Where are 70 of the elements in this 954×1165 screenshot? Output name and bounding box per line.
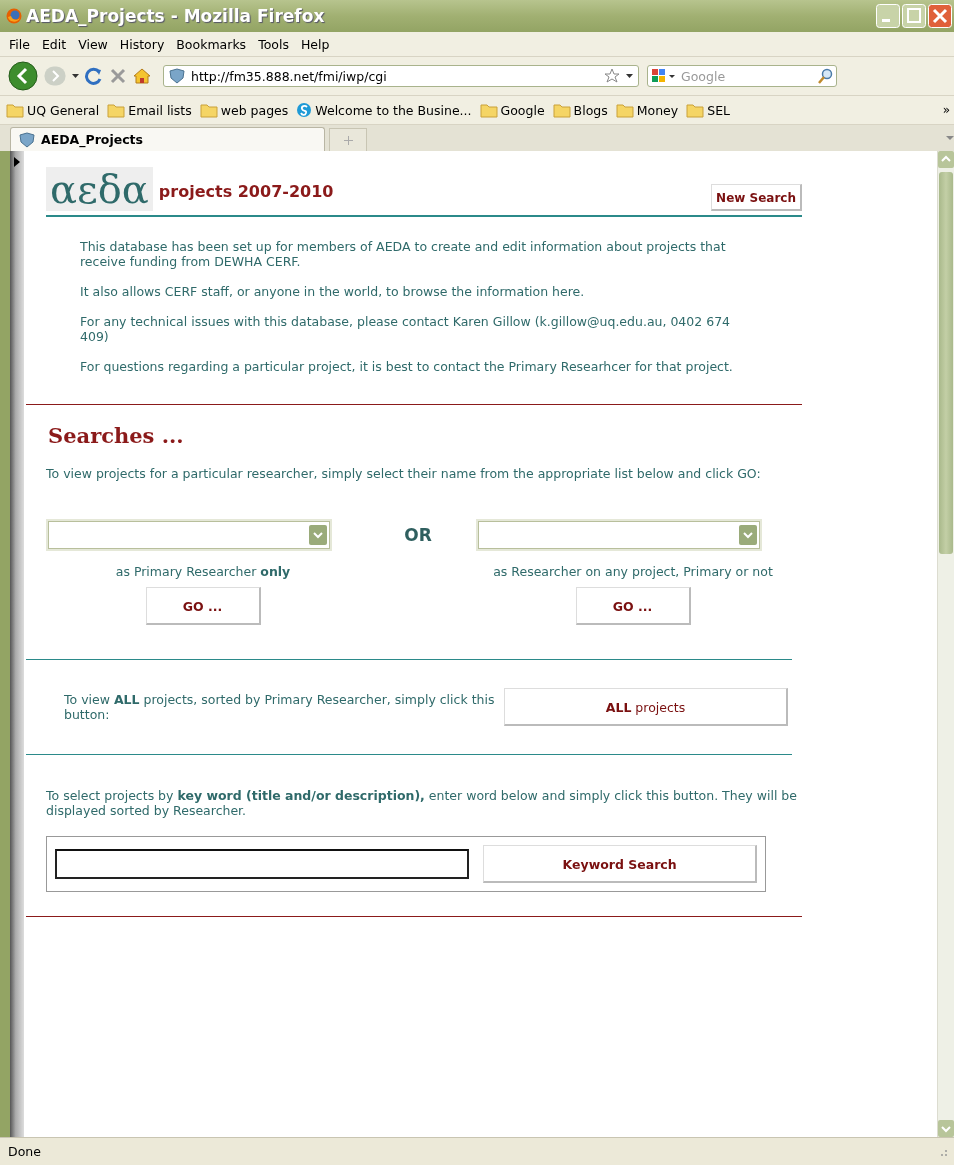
back-icon[interactable] bbox=[8, 61, 38, 91]
folder-icon bbox=[107, 102, 126, 118]
section-title: Searches ... bbox=[48, 423, 185, 448]
bookmark-item[interactable]: Google bbox=[477, 102, 547, 118]
bookmark-item[interactable]: Blogs bbox=[550, 102, 610, 118]
close-icon[interactable] bbox=[928, 4, 952, 28]
or-label: OR bbox=[403, 524, 433, 545]
all-projects-button[interactable]: ALL projects bbox=[504, 688, 788, 726]
menu-item[interactable]: Edit bbox=[35, 34, 73, 54]
folder-icon bbox=[686, 102, 705, 118]
folder-icon bbox=[479, 102, 498, 118]
researcher-dropdown[interactable] bbox=[478, 521, 760, 549]
go-button[interactable]: GO ... bbox=[145, 587, 261, 625]
scrollbar-thumb[interactable] bbox=[939, 172, 953, 554]
menu-item[interactable]: Bookmarks bbox=[170, 34, 253, 54]
intro-paragraph: For questions regarding a particular project, it is best to contact the Primary Researhcer for that project. bbox=[80, 359, 734, 374]
logo: αεδα bbox=[46, 167, 153, 211]
go-button[interactable]: GO ... bbox=[575, 587, 691, 625]
intro-paragraph: This database has been set up for members of AEDA to create and edit information about projects that receive funding from DEWHA CERF. bbox=[80, 239, 727, 269]
page-heading: projects 2007-2010 bbox=[158, 182, 335, 203]
intro-paragraph: For any technical issues with this database, please contact Karen Gillow (k.gillow@uq.edu.au, 0402 674 409) bbox=[80, 314, 732, 344]
researcher-dropdown[interactable] bbox=[48, 521, 330, 549]
bookmark-item[interactable]: web pages bbox=[197, 102, 291, 118]
bookmark-item[interactable]: Welcome to the Busine... bbox=[294, 102, 474, 118]
keyword-search-button[interactable]: Keyword Search bbox=[483, 845, 757, 883]
scroll-up-icon[interactable] bbox=[938, 151, 954, 168]
dropdown-caption: as Researcher on any project, Primary or not bbox=[493, 564, 773, 579]
bookmark-item[interactable]: SEL bbox=[684, 102, 732, 118]
expand-triangle-icon[interactable] bbox=[14, 157, 20, 167]
menu-item[interactable]: File bbox=[3, 34, 36, 54]
dropdown-caret-icon[interactable] bbox=[72, 74, 79, 78]
new-tab-icon[interactable] bbox=[343, 135, 353, 145]
folder-icon bbox=[552, 102, 571, 118]
search-icon[interactable] bbox=[817, 68, 833, 84]
minimize-icon[interactable] bbox=[876, 4, 900, 28]
reload-icon[interactable] bbox=[85, 67, 103, 85]
menu-item[interactable]: Tools bbox=[252, 34, 295, 54]
home-icon[interactable] bbox=[133, 67, 151, 85]
menu-item[interactable]: View bbox=[72, 34, 114, 54]
address-bar[interactable]: http://fm35.888.net/fmi/iwp/cgi bbox=[163, 65, 639, 87]
menu-item[interactable]: History bbox=[113, 34, 171, 54]
folder-icon bbox=[615, 102, 634, 118]
star-icon[interactable] bbox=[604, 68, 620, 84]
browser-tab[interactable]: AEDA_Projects bbox=[10, 127, 325, 151]
new-search-button[interactable]: New Search bbox=[711, 184, 802, 211]
search-engine-icon[interactable] bbox=[651, 67, 677, 85]
site-icon bbox=[19, 131, 35, 148]
intro-paragraph: It also allows CERF staff, or anyone in the world, to browse the information here. bbox=[80, 284, 586, 299]
keyword-field[interactable] bbox=[55, 849, 470, 879]
tab-list-icon[interactable] bbox=[946, 136, 954, 140]
scroll-down-icon[interactable] bbox=[938, 1120, 954, 1137]
bookmark-item[interactable]: UQ General bbox=[4, 102, 102, 118]
chat-icon bbox=[296, 102, 313, 118]
instruction-text: To view projects for a particular researcher, simply select their name from the appropriate list below and click GO: bbox=[46, 466, 762, 481]
maximize-icon[interactable] bbox=[902, 4, 926, 28]
folder-icon bbox=[199, 102, 218, 118]
bookmark-item[interactable]: Money bbox=[613, 102, 681, 118]
window-title: AEDA_Projects - Mozilla Firefox bbox=[26, 6, 326, 26]
bookmark-item[interactable]: Email lists bbox=[105, 102, 194, 118]
instruction-text: To view ALL projects, sorted by Primary Researcher, simply click this button: bbox=[64, 692, 496, 722]
menu-item[interactable]: Help bbox=[294, 34, 336, 54]
firefox-icon bbox=[6, 8, 22, 24]
stop-icon[interactable] bbox=[109, 67, 127, 85]
dropdown-caption: as Primary Researcher only bbox=[115, 564, 291, 579]
dropdown-caret-icon[interactable] bbox=[626, 74, 633, 78]
folder-icon bbox=[6, 102, 24, 118]
status-text: Done bbox=[8, 1144, 42, 1159]
instruction-text: To select projects by key word (title and/or description), enter word below and simply click this button. They will be displayed sorted by Researcher. bbox=[46, 788, 798, 818]
overflow-chevron[interactable]: » bbox=[942, 103, 950, 117]
site-icon bbox=[169, 68, 185, 84]
